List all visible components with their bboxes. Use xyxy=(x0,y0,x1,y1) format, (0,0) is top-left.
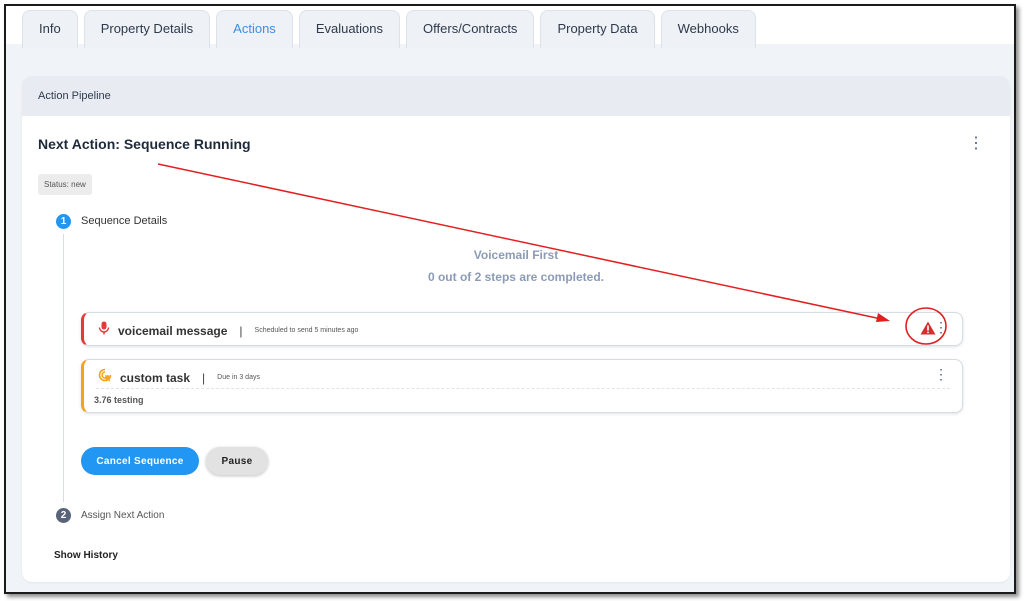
separator: | xyxy=(202,370,206,385)
card-title: voicemail message xyxy=(118,323,228,338)
tab-webhooks[interactable]: Webhooks xyxy=(660,10,756,48)
page-title: Next Action: Sequence Running xyxy=(38,136,251,152)
tab-property-data[interactable]: Property Data xyxy=(540,10,655,48)
tab-evaluations[interactable]: Evaluations xyxy=(298,10,401,48)
card-subtitle: Due in 3 days xyxy=(217,374,260,381)
show-history-link[interactable]: Show History xyxy=(54,550,118,561)
tab-info[interactable]: Info xyxy=(22,10,78,48)
card-more-options-icon[interactable]: ⋮ xyxy=(934,367,948,381)
separator: | xyxy=(239,323,243,338)
tab-property-details[interactable]: Property Details xyxy=(83,10,211,48)
status-badge: Status: new xyxy=(38,174,92,195)
pause-button[interactable]: Pause xyxy=(206,447,268,475)
panel-header: Action Pipeline xyxy=(22,76,1010,116)
sequence-step-card-voicemail[interactable]: voicemail message | Scheduled to send 5 … xyxy=(81,312,963,346)
step-label-assign-next-action[interactable]: Assign Next Action xyxy=(81,510,164,521)
tab-bar: Info Property Details Actions Evaluation… xyxy=(22,10,756,48)
step-number-1: 1 xyxy=(56,214,71,229)
app-window: Info Property Details Actions Evaluation… xyxy=(4,4,1016,594)
microphone-icon xyxy=(98,321,110,340)
divider xyxy=(96,388,950,389)
more-options-icon[interactable]: ⋮ xyxy=(968,136,984,152)
step-label-sequence-details[interactable]: Sequence Details xyxy=(81,215,167,227)
sequence-name: Voicemail First xyxy=(473,248,559,262)
step-number-2: 2 xyxy=(56,508,71,523)
card-more-options-icon[interactable]: ⋮ xyxy=(934,320,948,334)
sequence-progress: 0 out of 2 steps are completed. xyxy=(427,270,605,284)
card-title: custom task xyxy=(120,370,191,385)
sequence-step-card-custom-task[interactable]: custom task | Due in 3 days ⋮ 3.76 testi… xyxy=(81,359,963,413)
action-pipeline-panel: Action Pipeline Next Action: Sequence Ru… xyxy=(22,76,1010,582)
cancel-sequence-button[interactable]: Cancel Sequence xyxy=(81,447,199,475)
target-cursor-icon xyxy=(98,368,112,387)
card-subtitle: Scheduled to send 5 minutes ago xyxy=(254,327,359,334)
tab-actions[interactable]: Actions xyxy=(216,10,293,48)
card-body: 3.76 testing xyxy=(94,395,144,405)
tab-offers-contracts[interactable]: Offers/Contracts xyxy=(406,10,535,48)
